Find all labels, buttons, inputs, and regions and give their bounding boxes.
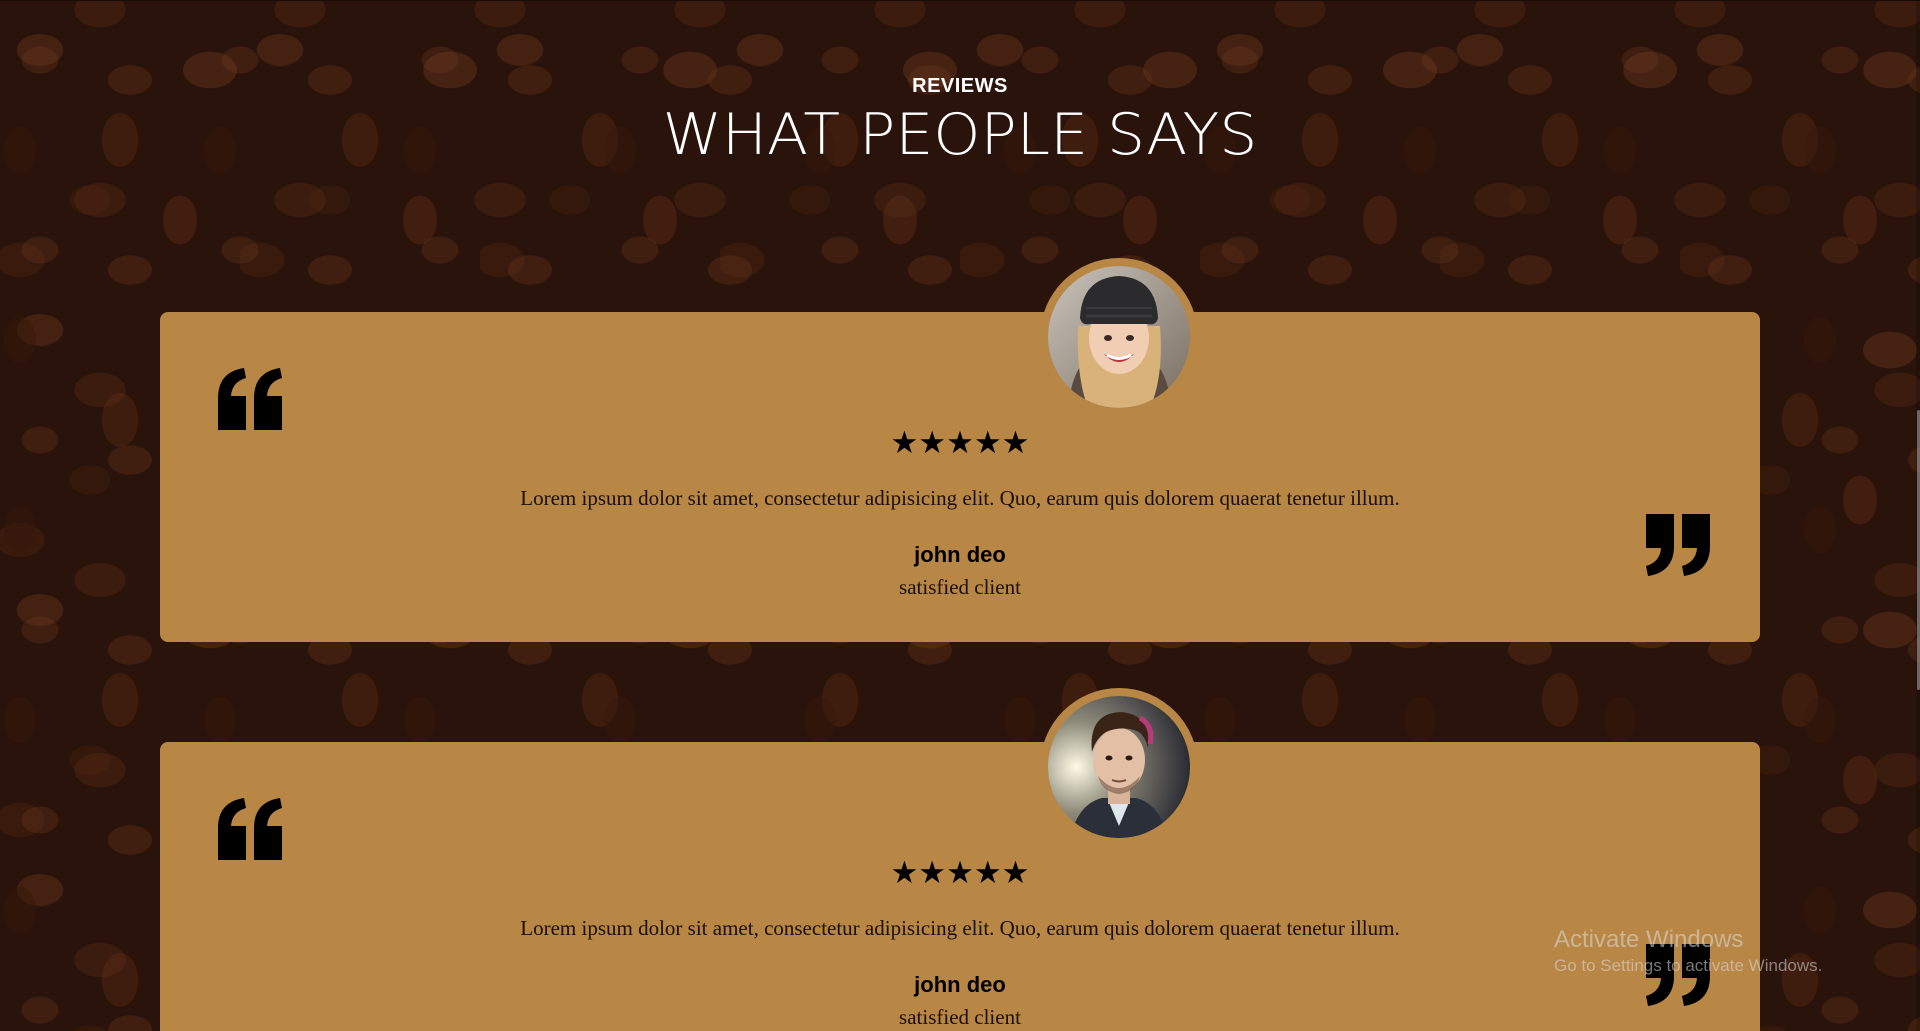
reviewer-name: john deo: [914, 542, 1006, 567]
star-rating: ★★★★★: [890, 425, 1030, 461]
quote-open-icon: [218, 368, 282, 430]
reviewer-name: john deo: [914, 972, 1006, 997]
section-header: REVIEWS WHAT PEOPLE SAYS: [0, 72, 1920, 170]
man-portrait-photo: [1048, 696, 1190, 838]
woman-in-beanie-photo: [1048, 266, 1190, 408]
reviewer-role: satisfied client: [899, 575, 1021, 599]
avatar: [1048, 696, 1190, 838]
review-card: ★★★★★ Lorem ipsum dolor sit amet, consec…: [160, 258, 1760, 642]
scrollbar[interactable]: [1916, 0, 1920, 1031]
section-kicker: REVIEWS: [912, 75, 1008, 97]
avatar: [1048, 266, 1190, 408]
top-divider: [0, 0, 1920, 1]
review-text: Lorem ipsum dolor sit amet, consectetur …: [520, 486, 1400, 510]
avatar-frame: [1040, 258, 1198, 416]
section-title: WHAT PEOPLE SAYS: [662, 101, 1258, 169]
avatar-frame: [1040, 688, 1198, 846]
star-rating: ★★★★★: [890, 855, 1030, 891]
reviewer-role: satisfied client: [899, 1005, 1021, 1029]
review-text: Lorem ipsum dolor sit amet, consectetur …: [520, 916, 1400, 940]
quote-open-icon: [218, 798, 282, 860]
review-card: ★★★★★ Lorem ipsum dolor sit amet, consec…: [160, 688, 1760, 1031]
